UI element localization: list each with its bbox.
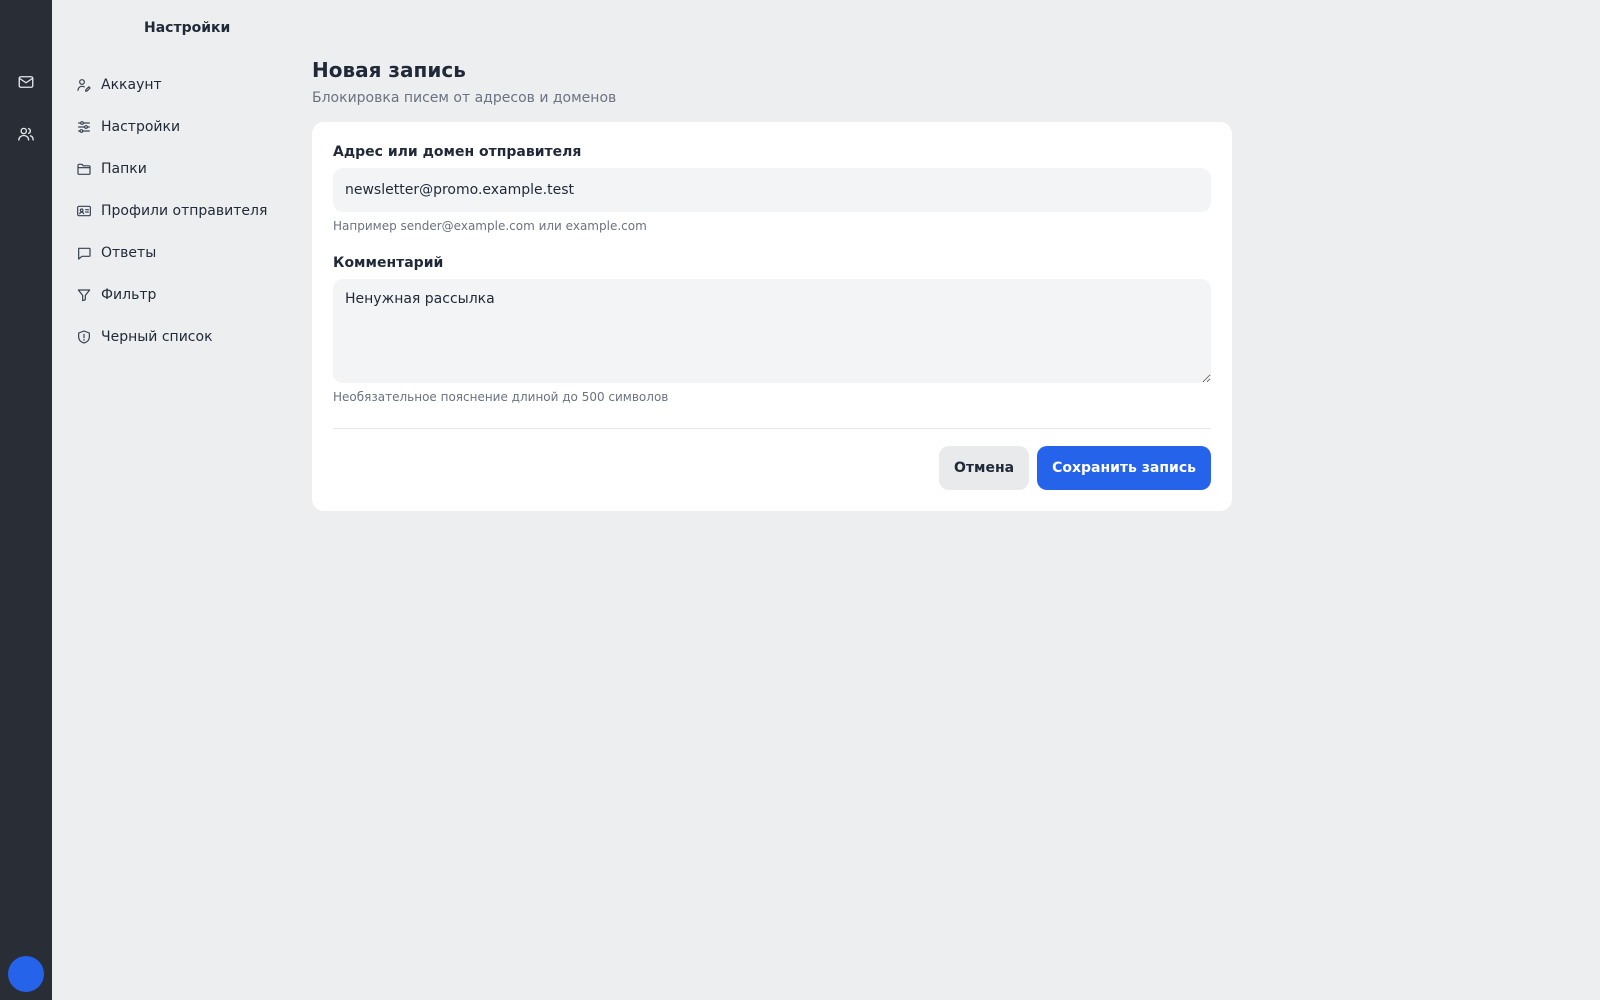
sidebar-item-account[interactable]: Аккаунт bbox=[76, 64, 296, 106]
users-icon bbox=[18, 127, 34, 141]
rail-users-button[interactable] bbox=[0, 116, 52, 152]
sidebar-item-label: Фильтр bbox=[101, 287, 157, 303]
id-card-icon bbox=[77, 205, 91, 217]
form-actions: Отмена Сохранить запись bbox=[333, 446, 1211, 490]
sender-hint: Например sender@example.com или example.… bbox=[333, 219, 647, 233]
blacklist-entry-form: Адрес или домен отправителя Например sen… bbox=[312, 122, 1232, 511]
comment-hint: Необязательное пояснение длиной до 500 с… bbox=[333, 390, 669, 404]
app-rail bbox=[0, 0, 52, 1000]
page-title: Новая запись bbox=[312, 58, 466, 82]
sender-field-label: Адрес или домен отправителя bbox=[333, 144, 582, 160]
sliders-icon bbox=[78, 121, 90, 133]
page-subtitle: Блокировка писем от адресов и доменов bbox=[312, 90, 617, 106]
filter-icon bbox=[77, 289, 91, 302]
settings-title: Настройки bbox=[144, 20, 231, 36]
comment-field-label: Комментарий bbox=[333, 255, 444, 271]
sidebar-item-label: Профили отправителя bbox=[101, 203, 268, 219]
avatar[interactable] bbox=[8, 956, 44, 992]
shield-icon bbox=[78, 330, 90, 344]
sidebar-item-replies[interactable]: Ответы bbox=[76, 232, 296, 274]
sidebar-item-settings[interactable]: Настройки bbox=[76, 106, 296, 148]
settings-nav-list: Аккаунт Настройки Папки Профили отправит… bbox=[76, 64, 296, 358]
settings-sidebar: Настройки Аккаунт Настройки Папки Профил… bbox=[52, 0, 300, 1000]
main-content: Новая запись Блокировка писем от адресов… bbox=[312, 56, 1232, 511]
folder-icon bbox=[77, 163, 91, 175]
sidebar-item-folders[interactable]: Папки bbox=[76, 148, 296, 190]
sidebar-item-label: Ответы bbox=[101, 245, 157, 261]
sidebar-item-label: Аккаунт bbox=[101, 77, 162, 93]
sidebar-item-label: Папки bbox=[101, 161, 147, 177]
message-icon bbox=[78, 247, 91, 260]
form-divider bbox=[333, 428, 1211, 429]
sidebar-item-label: Черный список bbox=[101, 329, 213, 345]
sidebar-item-sender-profiles[interactable]: Профили отправителя bbox=[76, 190, 296, 232]
comment-textarea[interactable]: Ненужная рассылка bbox=[333, 279, 1211, 383]
account-icon bbox=[77, 79, 91, 92]
sidebar-item-blacklist[interactable]: Черный список bbox=[76, 316, 296, 358]
sender-input[interactable] bbox=[333, 168, 1211, 212]
sidebar-item-label: Настройки bbox=[101, 119, 181, 135]
save-button[interactable]: Сохранить запись bbox=[1037, 446, 1211, 490]
rail-mail-button[interactable] bbox=[0, 64, 52, 100]
sidebar-item-filter[interactable]: Фильтр bbox=[76, 274, 296, 316]
mail-icon bbox=[18, 76, 34, 88]
cancel-button[interactable]: Отмена bbox=[938, 446, 1030, 490]
